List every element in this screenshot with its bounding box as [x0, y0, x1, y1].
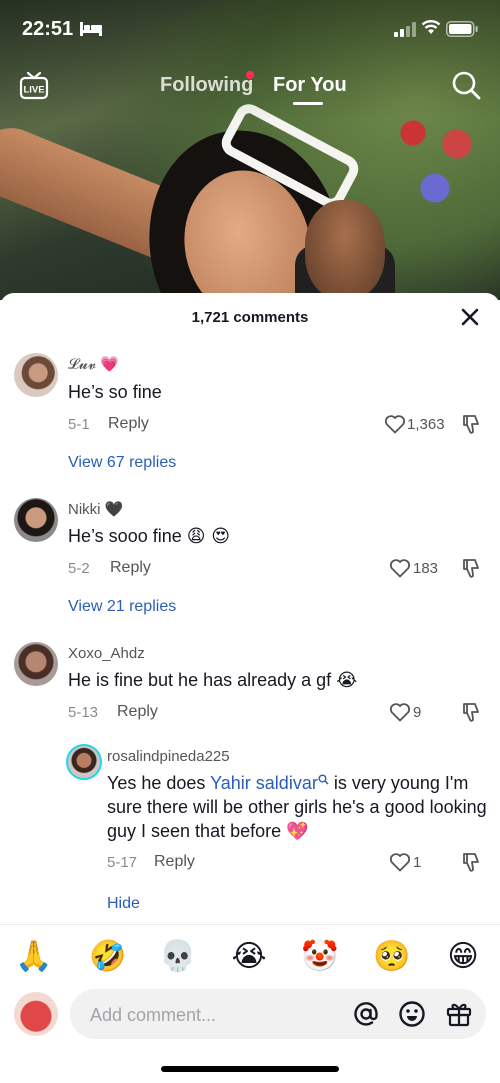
like-count: 183: [413, 560, 439, 577]
comment-username[interactable]: 𝓛𝓾𝓿 💗: [68, 355, 119, 373]
view-replies-link[interactable]: View 21 replies: [68, 598, 176, 616]
view-replies-link[interactable]: View 67 replies: [68, 454, 176, 472]
like-count: 9: [413, 704, 422, 721]
close-icon[interactable]: [460, 307, 480, 327]
heart-icon[interactable]: [384, 414, 406, 434]
status-time: 22:51: [22, 18, 74, 40]
status-bar: 22:51: [0, 0, 500, 60]
heart-icon[interactable]: [389, 852, 411, 872]
emoji-button[interactable]: 🥺: [372, 937, 412, 977]
comment-text: He is fine but he has already a gf 😭: [68, 668, 357, 693]
comment-input[interactable]: [88, 989, 342, 1041]
top-navigation: LIVE Following For You: [0, 66, 500, 110]
comment-username[interactable]: Nikki 🖤: [68, 500, 123, 518]
mention-at-icon[interactable]: [352, 1000, 380, 1028]
comment-text-body: He’s sooo fine: [68, 526, 182, 546]
home-indicator: [161, 1066, 339, 1072]
reply-button[interactable]: Reply: [117, 703, 158, 721]
emoji-picker-icon[interactable]: [398, 1000, 426, 1028]
reply-avatar[interactable]: [66, 744, 102, 780]
avatar[interactable]: [14, 353, 58, 397]
like-count: 1,363: [407, 416, 445, 433]
cellular-signal-icon: [394, 22, 416, 37]
mention-text: Yahir saldivar: [210, 773, 318, 793]
comment-text: He’s sooo fine 😩 😍: [68, 524, 230, 549]
like-count: 1: [413, 854, 422, 871]
reply-button[interactable]: Reply: [110, 559, 151, 577]
reply-date: 5-17: [107, 854, 138, 871]
comment-date: 5-2: [68, 560, 90, 577]
following-notification-dot: [246, 71, 254, 79]
reply-username[interactable]: rosalindpineda225: [107, 748, 230, 765]
emoji-button[interactable]: 🙏: [14, 937, 54, 977]
dislike-icon[interactable]: [460, 701, 482, 723]
live-icon-label: LIVE: [23, 85, 44, 96]
tab-following[interactable]: Following: [160, 74, 253, 97]
avatar[interactable]: [14, 498, 58, 542]
my-avatar: [14, 992, 58, 1036]
heart-icon[interactable]: [389, 702, 411, 722]
tab-for-you[interactable]: For You: [273, 74, 347, 97]
username-emoji: 💗: [100, 355, 120, 373]
emoji-button[interactable]: 💀: [158, 937, 198, 977]
heart-icon[interactable]: [389, 558, 411, 578]
live-icon[interactable]: LIVE: [19, 70, 49, 100]
gift-icon[interactable]: [445, 1000, 473, 1028]
dislike-icon[interactable]: [460, 413, 482, 435]
video-kid-face: [305, 200, 385, 300]
comment-emoji: 😭: [336, 670, 358, 691]
reply-button[interactable]: Reply: [108, 415, 149, 433]
dislike-icon[interactable]: [460, 557, 482, 579]
username-emoji: 🖤: [104, 500, 124, 518]
comment-input-box[interactable]: [70, 989, 486, 1041]
username-text: Nikki: [68, 501, 101, 518]
username-text: 𝓛𝓾𝓿: [68, 356, 97, 373]
comments-count-title: 1,721 comments: [191, 309, 309, 326]
dislike-icon[interactable]: [460, 851, 482, 873]
search-icon[interactable]: [451, 70, 481, 100]
reply-emoji: 💖: [286, 821, 309, 842]
avatar[interactable]: [14, 642, 58, 686]
comment-text-body: He is fine but he has already a gf: [68, 670, 332, 690]
hide-replies-link[interactable]: Hide: [107, 895, 140, 913]
sleep-mode-icon: [80, 22, 102, 36]
reply-text: Yes he does Yahir saldivar is very young…: [107, 771, 492, 844]
comment-emoji: 😩 😍: [186, 526, 231, 547]
battery-icon: [446, 21, 478, 37]
reply-button[interactable]: Reply: [154, 853, 195, 871]
reply-text-start: Yes he does: [107, 773, 211, 793]
emoji-quick-bar: 🙏 🤣 💀 😭 🤡 🥺 😁: [0, 924, 500, 987]
wifi-icon: [421, 20, 441, 34]
mention-link[interactable]: Yahir saldivar: [210, 773, 329, 793]
emoji-button[interactable]: 😁: [443, 937, 483, 977]
active-tab-indicator: [293, 102, 323, 105]
comment-date: 5-1: [68, 416, 90, 433]
emoji-button[interactable]: 🤣: [88, 937, 128, 977]
emoji-button[interactable]: 😭: [229, 937, 269, 977]
comment-text: He’s so fine: [68, 382, 162, 402]
search-icon: [318, 774, 329, 785]
emoji-button[interactable]: 🤡: [300, 937, 340, 977]
comment-username[interactable]: Xoxo_Ahdz: [68, 645, 145, 662]
comment-date: 5-13: [68, 704, 99, 721]
